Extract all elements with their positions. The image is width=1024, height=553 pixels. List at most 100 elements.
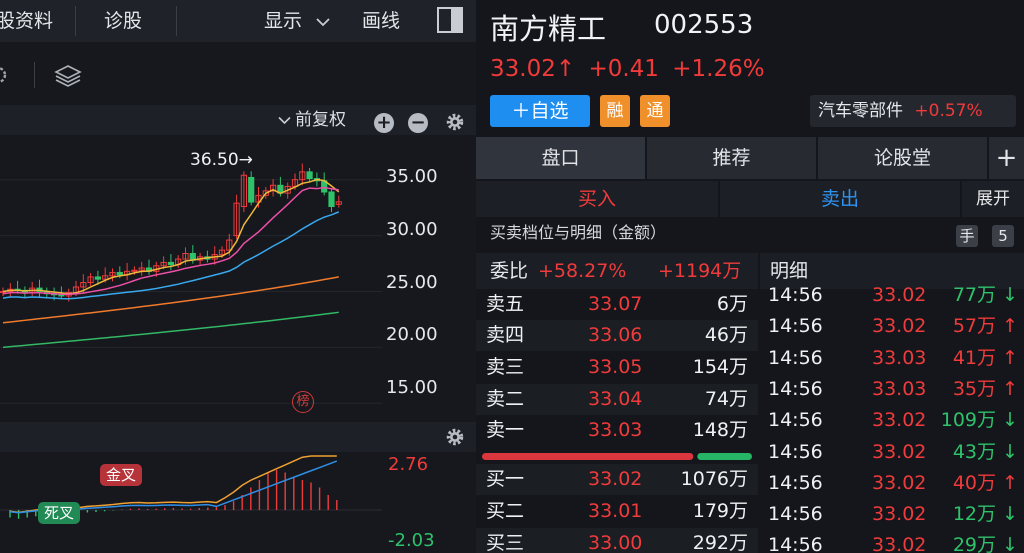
- orderbook-row[interactable]: 卖三 33.05 154万: [476, 352, 758, 383]
- margin-tag[interactable]: 融: [600, 95, 630, 127]
- tick-time: 14:56: [768, 503, 823, 526]
- add-tab-button[interactable]: +: [989, 137, 1024, 179]
- kline-chart[interactable]: [0, 135, 382, 420]
- arrow-down-icon: ↓: [1002, 440, 1018, 463]
- stock-code: 002553: [654, 10, 754, 40]
- tick-price: 33.02: [872, 471, 927, 494]
- gear-icon[interactable]: [444, 426, 466, 448]
- add-watchlist-button[interactable]: ＋自选: [490, 95, 590, 127]
- tick-price: 33.02: [872, 409, 927, 432]
- tab-diagnose[interactable]: 诊股: [104, 0, 142, 42]
- expand-button[interactable]: 展开: [962, 181, 1024, 217]
- orderbook-row[interactable]: 卖四 33.06 46万: [476, 320, 758, 351]
- level-label: 卖二: [486, 388, 525, 410]
- tick-row: 14:56 33.02 43万 ↓: [760, 437, 1024, 468]
- gear-icon[interactable]: [444, 111, 466, 133]
- buy-sell-ratio-bar: [482, 453, 752, 460]
- tab-draw-lines[interactable]: 画线: [362, 0, 400, 42]
- orderbook-row[interactable]: 卖二 33.04 74万: [476, 384, 758, 415]
- level-amount: 74万: [704, 388, 748, 410]
- tick-row: 14:56 33.02 29万 ↓: [760, 530, 1024, 553]
- level-label: 买一: [486, 468, 525, 490]
- level-count-toggle[interactable]: 5: [992, 225, 1014, 247]
- buy-ratio-fill: [482, 453, 694, 460]
- ma5-line: [2, 178, 340, 295]
- macd-upper-value: 2.76: [388, 454, 429, 475]
- ma10-line: [2, 186, 339, 296]
- orderbook-header: 买卖档位与明细（金额）: [490, 223, 667, 242]
- tab-recommend[interactable]: 推荐: [647, 137, 816, 179]
- stock-name: 南方精工: [490, 12, 607, 46]
- y-tick-label: 25.00: [386, 272, 438, 293]
- order-ratio-amount: +1194万: [658, 260, 742, 282]
- tick-amount: 35万: [952, 377, 996, 400]
- tick-row: 14:56 33.02 40万 ↑: [760, 468, 1024, 499]
- tick-time: 14:56: [768, 315, 823, 338]
- arrow-up-icon: ↑: [1002, 315, 1018, 338]
- candle: [306, 171, 313, 180]
- order-ratio-label: 委比: [490, 260, 529, 282]
- arrow-down-icon: ↓: [1002, 503, 1018, 526]
- last-price: 33.02↑: [490, 56, 576, 82]
- level-label: 买三: [486, 532, 525, 553]
- macd-lower-value: -2.03: [388, 530, 435, 551]
- quote-tabs: 盘口 推荐 论股堂 +: [476, 137, 1024, 179]
- layout-toggle-icon[interactable]: [436, 6, 464, 34]
- adjust-label: 前复权: [295, 110, 346, 130]
- level-label: 卖三: [486, 356, 525, 378]
- lot-unit-toggle[interactable]: 手: [956, 225, 978, 247]
- settings-icon[interactable]: [0, 64, 12, 86]
- arrow-down-icon: ↓: [1002, 534, 1018, 553]
- tick-amount: 41万: [952, 346, 996, 369]
- tab-forum[interactable]: 论股堂: [818, 137, 987, 179]
- y-tick-label: 20.00: [386, 324, 438, 345]
- orderbook-row[interactable]: 买三 33.00 292万: [476, 528, 758, 553]
- orderbook-row[interactable]: 卖一 33.03 148万: [476, 415, 758, 446]
- tick-row: 14:56 33.02 12万 ↓: [760, 499, 1024, 530]
- level-price: 33.03: [588, 419, 643, 441]
- orderbook-row[interactable]: 买一 33.02 1076万: [476, 464, 758, 495]
- connect-tag[interactable]: 通: [640, 95, 670, 127]
- zoom-in-icon[interactable]: +: [374, 113, 394, 133]
- sell-button[interactable]: 卖出: [720, 181, 960, 217]
- order-ratio-pct: +58.27%: [538, 260, 627, 282]
- level-price: 33.00: [588, 532, 643, 553]
- tab-orderbook[interactable]: 盘口: [476, 137, 645, 179]
- candle: [58, 294, 65, 297]
- tick-time: 14:56: [768, 284, 823, 306]
- zoom-out-icon[interactable]: −: [408, 113, 428, 133]
- level-price: 33.04: [588, 388, 643, 410]
- level-label: 卖五: [486, 293, 525, 315]
- arrow-up-icon: ↑: [1002, 377, 1018, 400]
- rank-badge[interactable]: 榜: [292, 391, 314, 413]
- price-change: +0.41: [588, 56, 659, 82]
- layers-icon[interactable]: [54, 62, 82, 90]
- tick-amount: 109万: [940, 409, 996, 432]
- tick-amount: 77万: [952, 284, 996, 306]
- buy-button[interactable]: 买入: [476, 181, 718, 217]
- price-line: 33.02↑ +0.41 +1.26%: [490, 56, 765, 82]
- tick-price: 33.02: [872, 440, 927, 463]
- trade-tabs: 买入 卖出 展开: [476, 181, 1024, 217]
- death-cross-tag: 死叉: [38, 502, 81, 524]
- chart-toolbar: [0, 52, 476, 98]
- orderbook-row[interactable]: 买二 33.01 179万: [476, 496, 758, 527]
- tick-row: 14:56 33.03 35万 ↑: [760, 374, 1024, 405]
- level-price: 33.07: [588, 293, 643, 315]
- adjust-dropdown[interactable]: 前复权: [278, 105, 346, 135]
- sell-ratio-fill: [697, 453, 752, 460]
- macd-subbar: [0, 422, 476, 452]
- chevron-down-icon: [316, 0, 330, 42]
- tab-stock-profile[interactable]: 股资料: [0, 0, 53, 42]
- tick-amount: 29万: [952, 534, 996, 553]
- tick-amount: 57万: [952, 315, 996, 338]
- max-price-marker: 36.50→: [190, 150, 253, 170]
- sector-badge[interactable]: 汽车零部件 +0.57%: [810, 95, 1016, 127]
- y-tick-label: 35.00: [386, 166, 438, 187]
- candle: [94, 276, 102, 280]
- display-menu[interactable]: 显示: [264, 0, 330, 42]
- arrow-up-icon: ↑: [1002, 471, 1018, 494]
- y-tick-label: 30.00: [386, 219, 438, 240]
- orderbook-row[interactable]: 卖五 33.07 6万: [476, 289, 758, 320]
- candle: [248, 176, 255, 203]
